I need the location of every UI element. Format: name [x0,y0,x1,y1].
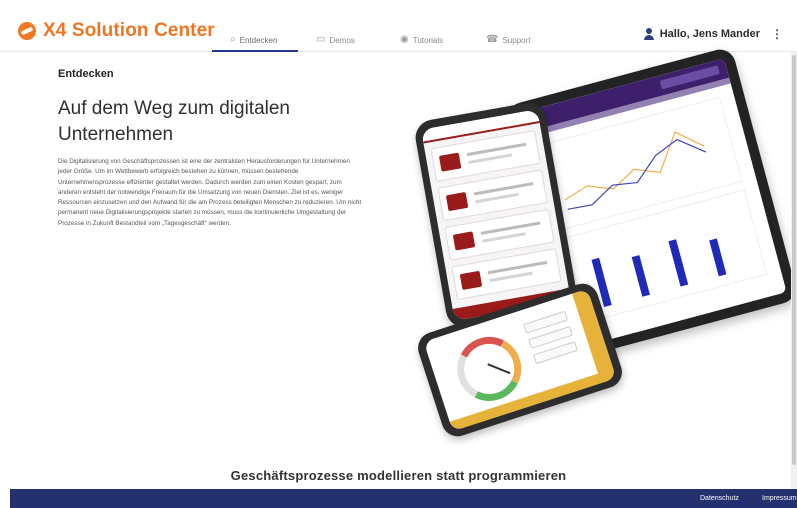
card-icon [445,191,469,212]
card-line [489,271,533,283]
user-icon [643,28,655,40]
card-line [480,221,541,235]
nav-tab-label: Entdecken [239,35,278,45]
card-line [487,260,548,275]
card-icon [438,152,462,172]
section-subheadline: Geschäftsprozesse modellieren statt prog… [230,468,567,483]
user-menu[interactable]: Hallo, Jens Mander ⋮ [643,27,783,41]
brand-logo-icon [18,22,36,40]
nav-tab-demos[interactable]: ▭ Demos [298,28,382,52]
section-label: Entdecken [58,68,114,80]
card-line [473,182,534,196]
nav-tab-support[interactable]: ☎ Support [468,28,552,52]
card-line [466,142,527,157]
card-line [475,192,520,204]
footer: Datenschutz Impressum [10,489,797,508]
more-vertical-icon[interactable]: ⋮ [771,27,783,41]
nav-tab-label: Tutorials [412,35,444,45]
nav-tab-tutorials[interactable]: ◉ Tutorials [382,28,468,52]
gauge-graphic [448,328,530,410]
main-nav: ⌕ Entdecken ▭ Demos ◉ Tutorials ☎ Suppor… [212,28,552,52]
phone-screen [421,109,571,321]
footer-link-datenschutz[interactable]: Datenschutz [700,495,739,502]
page-headline: Auf dem Weg zum digitalen Unternehmen [58,98,290,145]
card-icon [459,270,483,290]
page: X4 Solution Center ⌕ Entdecken ▭ Demos ◉… [0,0,797,508]
nav-tab-label: Support [502,35,531,45]
play-circle-icon: ◉ [400,34,409,45]
user-greeting: Hallo, Jens Mander [659,28,760,40]
top-bar: X4 Solution Center ⌕ Entdecken ▭ Demos ◉… [0,0,797,52]
card-line [468,153,513,164]
brand[interactable]: X4 Solution Center [18,20,215,41]
brand-title: X4 Solution Center [43,20,215,41]
device-mockup-illustration [412,46,797,441]
card-icon [452,231,476,251]
phone-icon: ☎ [486,34,499,45]
footer-link-impressum[interactable]: Impressum [762,495,797,502]
intro-paragraph: Die Digitalisierung von Geschäftsprozess… [58,158,362,227]
nav-tab-label: Demos [329,35,355,45]
card-line [482,232,526,243]
search-icon: ⌕ [230,34,236,45]
scrollbar-thumb[interactable] [792,55,796,465]
nav-tab-entdecken[interactable]: ⌕ Entdecken [212,28,298,52]
monitor-icon: ▭ [316,34,326,45]
